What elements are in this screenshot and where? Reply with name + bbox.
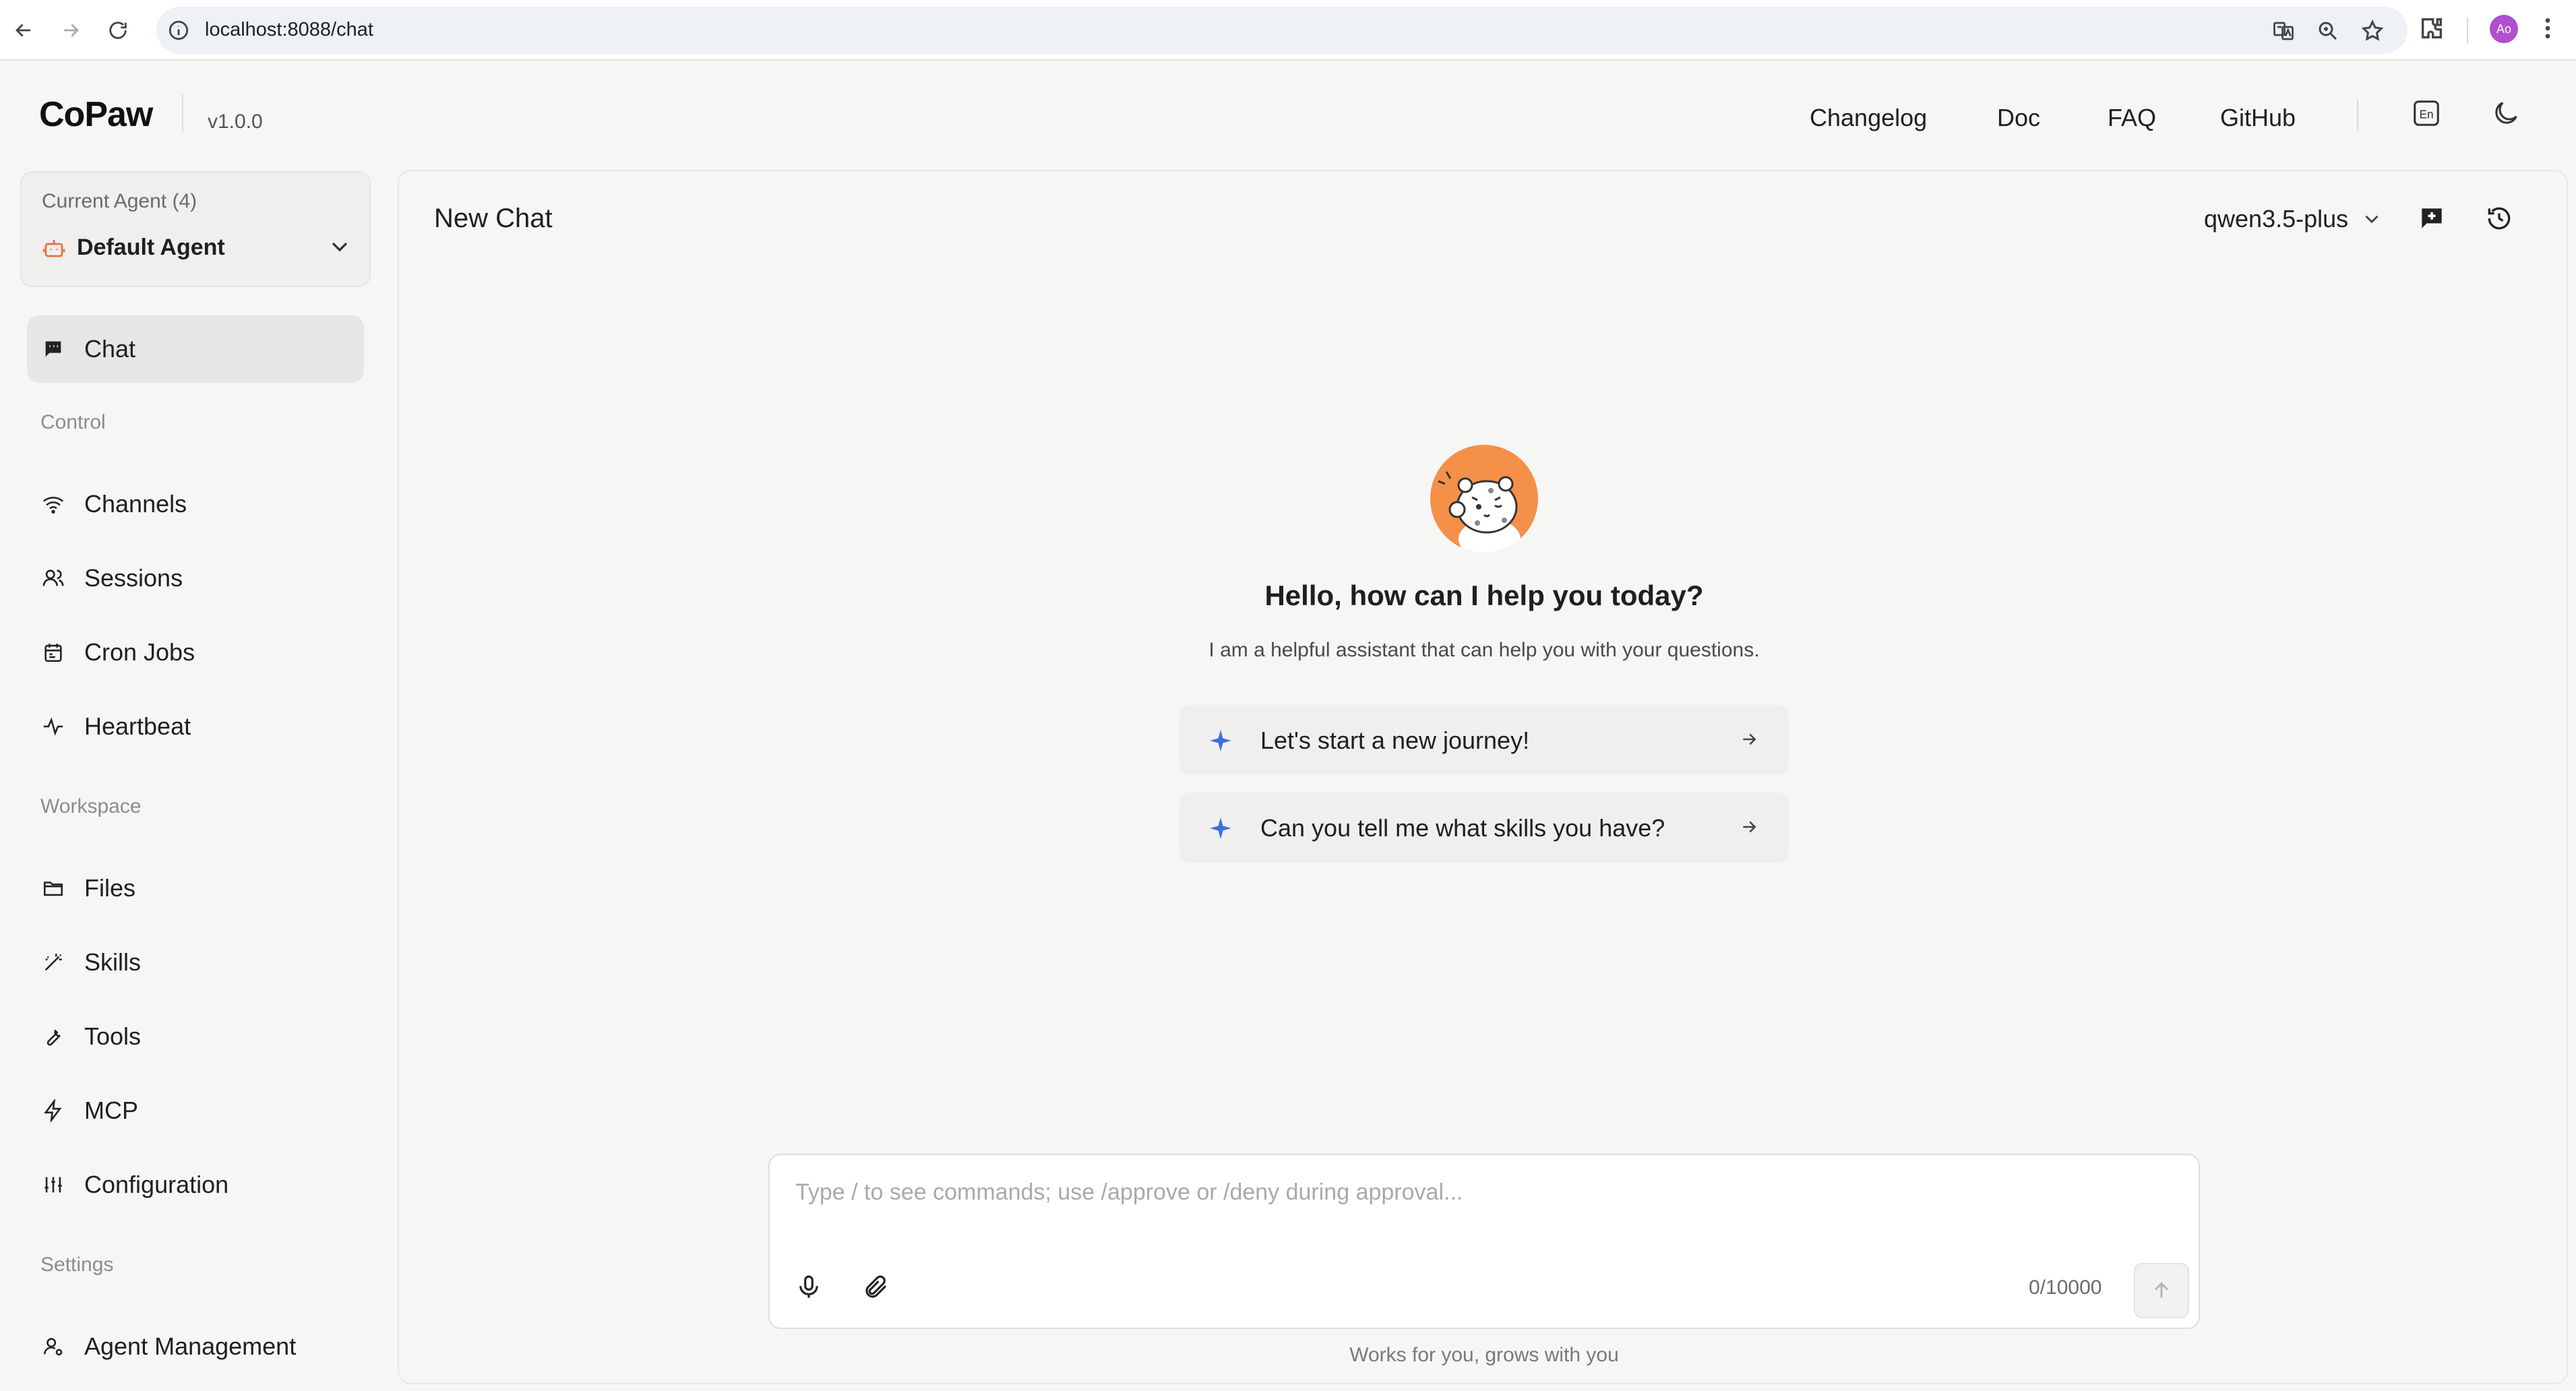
- sidebar-item-cron-jobs[interactable]: Cron Jobs: [27, 619, 364, 686]
- doc-link[interactable]: Doc: [1997, 104, 2040, 132]
- translate-icon[interactable]: [2271, 19, 2296, 43]
- magic-wand-icon: [40, 950, 66, 975]
- chat-panel: New Chat qwen3.5-plus Hello, how can I h…: [398, 170, 2568, 1384]
- sparkle-icon: [1210, 817, 1231, 839]
- users-icon: [40, 565, 66, 591]
- sidebar-label-sessions: Sessions: [84, 564, 183, 592]
- zoom-icon[interactable]: [2316, 19, 2340, 43]
- microphone-icon[interactable]: [793, 1271, 825, 1303]
- history-icon[interactable]: [2482, 201, 2517, 236]
- welcome-title: Hello, how can I help you today?: [1264, 580, 1704, 611]
- section-settings: Settings: [40, 1254, 114, 1276]
- logo-divider: [182, 94, 183, 132]
- sidebar-item-channels[interactable]: Channels: [27, 470, 364, 538]
- sidebar-label-agent-management: Agent Management: [84, 1332, 297, 1360]
- pulse-icon: [40, 714, 66, 739]
- sidebar-label-chat: Chat: [84, 335, 136, 363]
- sidebar-item-mcp[interactable]: MCP: [27, 1077, 364, 1144]
- calendar-icon: [40, 640, 66, 665]
- sidebar-item-agent-management[interactable]: Agent Management: [27, 1313, 364, 1380]
- browser-toolbar: localhost:8088/chat Ao: [0, 0, 2576, 61]
- agent-selector[interactable]: Current Agent (4) Default Agent: [20, 171, 371, 287]
- profile-avatar[interactable]: Ao: [2490, 15, 2518, 43]
- prompt-text: Let's start a new journey!: [1260, 727, 1530, 754]
- chevron-down-icon: [2365, 215, 2379, 224]
- faq-link[interactable]: FAQ: [2108, 104, 2156, 132]
- sliders-icon: [40, 1172, 66, 1198]
- send-button[interactable]: [2134, 1263, 2189, 1318]
- arrow-up-icon: [2154, 1282, 2169, 1298]
- chat-title: New Chat: [434, 204, 553, 233]
- char-counter: 0/10000: [2029, 1276, 2102, 1299]
- reload-icon[interactable]: [102, 15, 133, 46]
- address-bar[interactable]: localhost:8088/chat: [156, 7, 2408, 54]
- url-text[interactable]: localhost:8088/chat: [205, 19, 373, 41]
- sidebar-label-configuration: Configuration: [84, 1171, 229, 1198]
- robot-icon: [42, 240, 65, 257]
- section-workspace: Workspace: [40, 795, 142, 817]
- wifi-icon: [40, 491, 66, 517]
- language-icon-text: En: [2419, 108, 2433, 121]
- current-agent-label: Current Agent (4): [42, 190, 197, 212]
- message-input[interactable]: Type / to see commands; use /approve or …: [795, 1179, 1463, 1206]
- chevron-down-icon[interactable]: [326, 233, 353, 260]
- wrench-icon: [40, 1024, 66, 1049]
- theme-toggle-icon[interactable]: [2488, 96, 2523, 131]
- forward-icon[interactable]: [55, 15, 86, 46]
- welcome-subtitle: I am a helpful assistant that can help y…: [1208, 639, 1760, 661]
- arrow-right-icon: [1743, 733, 1756, 745]
- version-label: v1.0.0: [208, 111, 263, 133]
- back-icon[interactable]: [8, 15, 39, 46]
- arrow-right-icon: [1743, 821, 1756, 833]
- model-selector[interactable]: qwen3.5-plus: [2204, 205, 2383, 233]
- chat-icon: [40, 336, 66, 362]
- sidebar-label-tools: Tools: [84, 1022, 142, 1050]
- toolbar-divider: [2467, 18, 2468, 43]
- sidebar-label-skills: Skills: [84, 948, 142, 976]
- section-control: Control: [40, 411, 106, 433]
- changelog-link[interactable]: Changelog: [1810, 104, 1927, 132]
- sidebar-item-configuration[interactable]: Configuration: [27, 1151, 364, 1218]
- sidebar-item-tools[interactable]: Tools: [27, 1003, 364, 1070]
- sidebar-label-mcp: MCP: [84, 1096, 138, 1124]
- footer-tagline: Works for you, grows with you: [1349, 1344, 1619, 1366]
- app-logo[interactable]: CoPaw: [39, 94, 153, 135]
- sidebar-label-heartbeat: Heartbeat: [84, 712, 191, 740]
- sidebar-label-channels: Channels: [84, 490, 187, 518]
- sidebar-label-cron-jobs: Cron Jobs: [84, 638, 195, 666]
- message-input-box[interactable]: Type / to see commands; use /approve or …: [768, 1154, 2200, 1329]
- sidebar-item-files[interactable]: Files: [27, 855, 364, 922]
- github-link[interactable]: GitHub: [2220, 104, 2296, 132]
- bookmark-star-icon[interactable]: [2360, 19, 2385, 43]
- extensions-icon[interactable]: [2418, 15, 2445, 42]
- prompt-text: Can you tell me what skills you have?: [1260, 814, 1665, 842]
- suggested-prompt[interactable]: Let's start a new journey!: [1179, 705, 1789, 775]
- model-label: qwen3.5-plus: [2204, 205, 2349, 233]
- language-icon[interactable]: En: [2409, 96, 2444, 131]
- header-divider: [2357, 100, 2358, 129]
- sparkle-icon: [1210, 730, 1231, 751]
- sidebar-item-sessions[interactable]: Sessions: [27, 545, 364, 612]
- app-header: CoPaw v1.0.0 Changelog Doc FAQ GitHub En: [0, 62, 2576, 170]
- user-gear-icon: [40, 1334, 66, 1359]
- new-chat-icon[interactable]: [2414, 201, 2449, 236]
- sidebar-item-chat[interactable]: Chat: [27, 315, 364, 383]
- attachment-icon[interactable]: [860, 1271, 892, 1303]
- assistant-avatar: [1430, 445, 1538, 553]
- sidebar-item-heartbeat[interactable]: Heartbeat: [27, 693, 364, 760]
- site-info-icon[interactable]: [167, 19, 190, 42]
- agent-name: Default Agent: [77, 235, 225, 260]
- menu-dots-icon[interactable]: [2534, 15, 2561, 42]
- lightning-icon: [40, 1098, 66, 1123]
- sidebar-label-files: Files: [84, 874, 136, 902]
- sidebar-item-skills[interactable]: Skills: [27, 929, 364, 996]
- suggested-prompt[interactable]: Can you tell me what skills you have?: [1179, 793, 1789, 863]
- folder-icon: [40, 875, 66, 901]
